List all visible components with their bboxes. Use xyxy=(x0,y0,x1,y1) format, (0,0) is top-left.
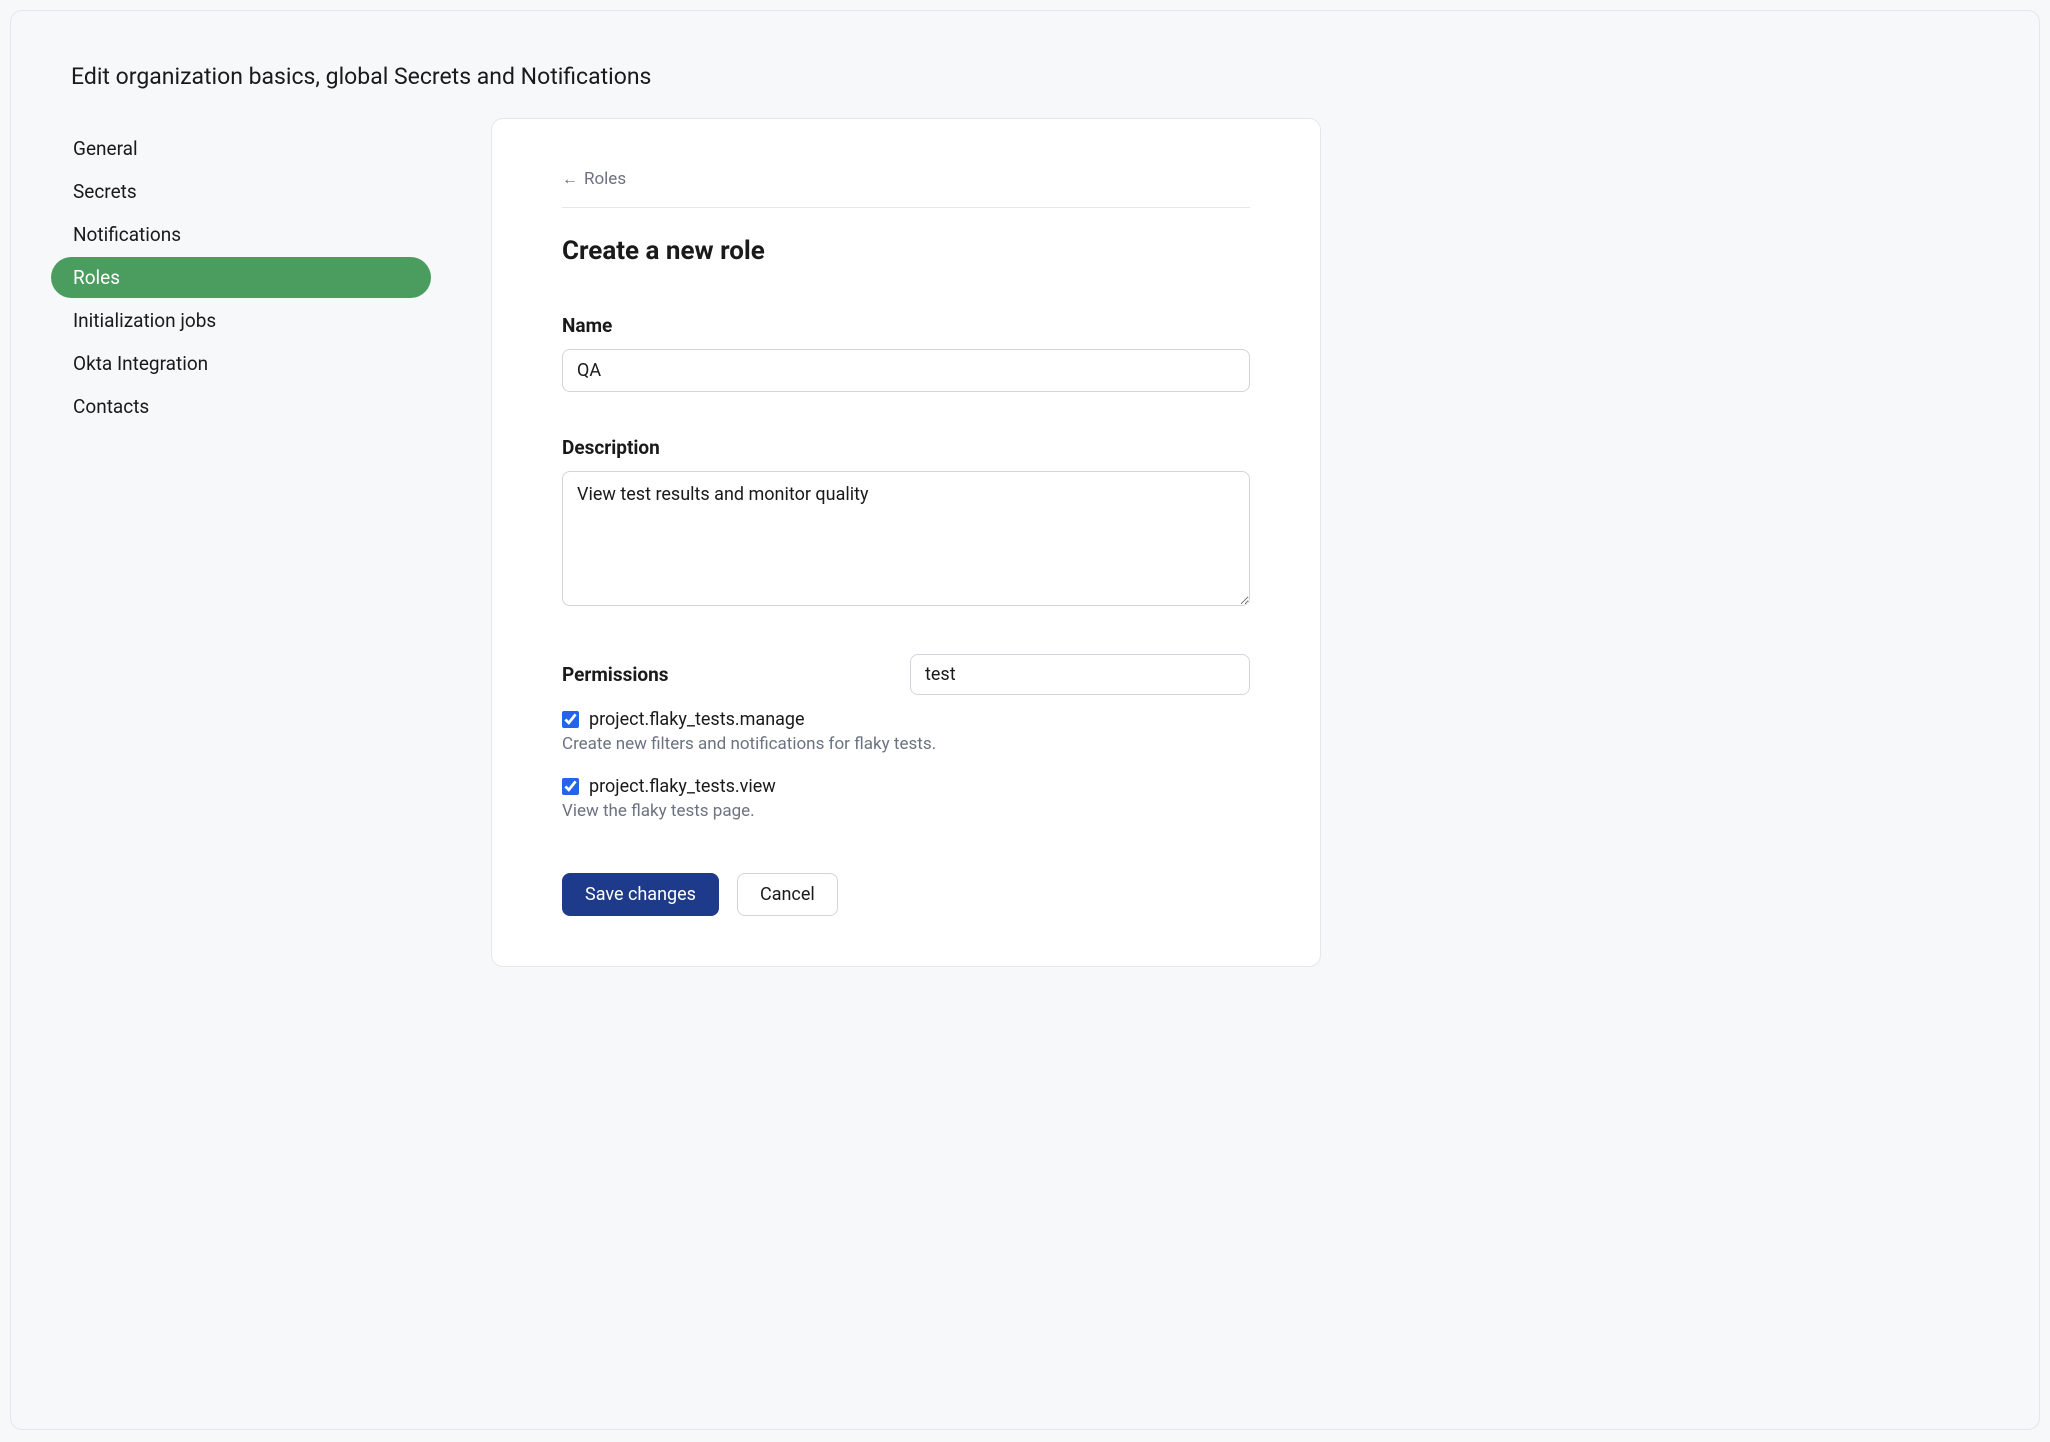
page-wrapper: Edit organization basics, global Secrets… xyxy=(10,10,2040,1430)
sidebar-item-okta-integration[interactable]: Okta Integration xyxy=(51,343,431,384)
description-form-group: Description View test results and monito… xyxy=(562,436,1250,610)
sidebar-item-general[interactable]: General xyxy=(51,128,431,169)
permission-item-view: project.flaky_tests.view View the flaky … xyxy=(562,776,1250,821)
button-row: Save changes Cancel xyxy=(562,873,1250,916)
permission-desc: View the flaky tests page. xyxy=(562,801,1250,821)
settings-sidebar: General Secrets Notifications Roles Init… xyxy=(51,118,431,967)
permission-desc: Create new filters and notifications for… xyxy=(562,734,1250,754)
description-input[interactable]: View test results and monitor quality xyxy=(562,471,1250,606)
page-title: Edit organization basics, global Secrets… xyxy=(71,63,1979,90)
arrow-left-icon: ← xyxy=(562,169,578,189)
sidebar-item-initialization-jobs[interactable]: Initialization jobs xyxy=(51,300,431,341)
content-area: General Secrets Notifications Roles Init… xyxy=(11,118,2039,967)
sidebar-item-notifications[interactable]: Notifications xyxy=(51,214,431,255)
breadcrumb-back[interactable]: ← Roles xyxy=(562,169,1250,208)
permission-checkbox-manage[interactable] xyxy=(562,711,579,728)
permissions-form-group: Permissions project.flaky_tests.manage C… xyxy=(562,654,1250,821)
breadcrumb-label: Roles xyxy=(584,169,626,189)
name-input[interactable] xyxy=(562,349,1250,392)
name-label: Name xyxy=(562,314,1250,337)
save-button[interactable]: Save changes xyxy=(562,873,719,916)
page-header: Edit organization basics, global Secrets… xyxy=(11,11,2039,118)
sidebar-item-roles[interactable]: Roles xyxy=(51,257,431,298)
permission-checkbox-view[interactable] xyxy=(562,778,579,795)
permission-name: project.flaky_tests.view xyxy=(589,776,776,797)
sidebar-item-contacts[interactable]: Contacts xyxy=(51,386,431,427)
permissions-header: Permissions xyxy=(562,654,1250,695)
name-form-group: Name xyxy=(562,314,1250,392)
description-label: Description xyxy=(562,436,1250,459)
permission-item-manage: project.flaky_tests.manage Create new fi… xyxy=(562,709,1250,754)
main-panel: ← Roles Create a new role Name Descripti… xyxy=(491,118,1321,967)
permissions-filter-input[interactable] xyxy=(910,654,1250,695)
permission-name: project.flaky_tests.manage xyxy=(589,709,805,730)
permission-row: project.flaky_tests.manage xyxy=(562,709,1250,730)
permissions-label: Permissions xyxy=(562,663,669,686)
panel-heading: Create a new role xyxy=(562,236,1250,266)
permission-row: project.flaky_tests.view xyxy=(562,776,1250,797)
cancel-button[interactable]: Cancel xyxy=(737,873,838,916)
sidebar-item-secrets[interactable]: Secrets xyxy=(51,171,431,212)
